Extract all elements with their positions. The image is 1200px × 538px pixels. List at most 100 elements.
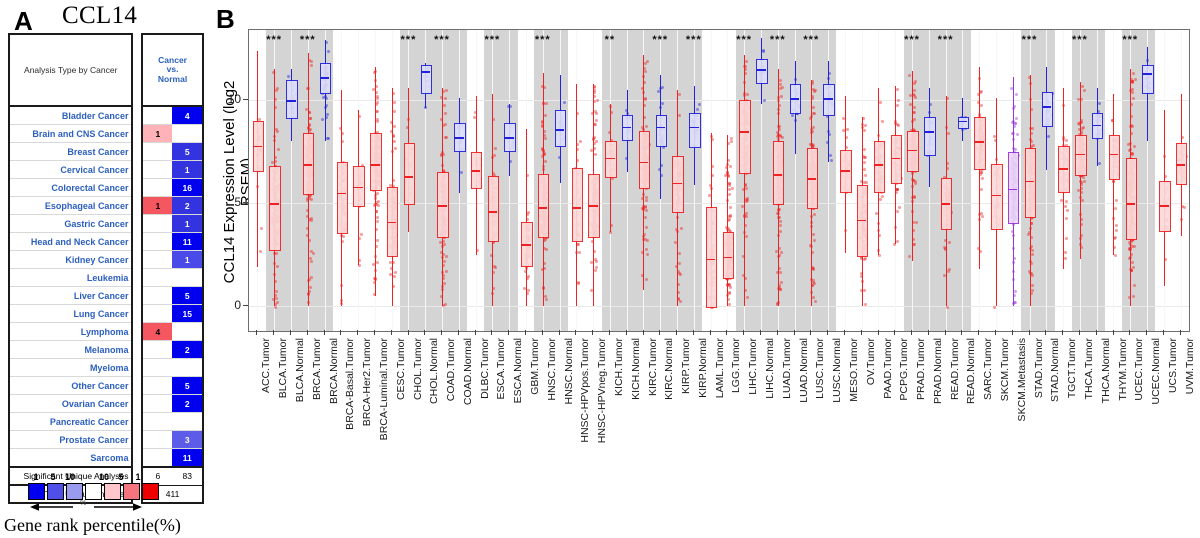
- boxplot-column[interactable]: [652, 30, 669, 331]
- x-tick-label: OV.Tumor: [864, 338, 877, 386]
- boxplot-column[interactable]: [1055, 30, 1072, 331]
- boxplot-column[interactable]: [367, 30, 384, 331]
- matrix-cell-overexpression[interactable]: [141, 448, 173, 467]
- matrix-cell-underexpression[interactable]: 5: [172, 376, 204, 395]
- matrix-cell-underexpression[interactable]: 3: [172, 430, 204, 449]
- boxplot-column[interactable]: [1038, 30, 1055, 331]
- boxplot-column[interactable]: [971, 30, 988, 331]
- matrix-cell-underexpression[interactable]: 11: [172, 232, 204, 251]
- boxplot-column[interactable]: [568, 30, 585, 331]
- boxplot-column[interactable]: [1122, 30, 1139, 331]
- boxplot-column[interactable]: [585, 30, 602, 331]
- boxplot-column[interactable]: [635, 30, 652, 331]
- boxplot-column[interactable]: [820, 30, 837, 331]
- matrix-cell-overexpression[interactable]: [141, 142, 173, 161]
- boxplot-column[interactable]: [786, 30, 803, 331]
- matrix-cell-underexpression[interactable]: 5: [172, 286, 204, 305]
- matrix-cell-overexpression[interactable]: 1: [141, 196, 173, 215]
- boxplot-column[interactable]: [1004, 30, 1021, 331]
- matrix-cell-overexpression[interactable]: [141, 430, 173, 449]
- boxplot-column[interactable]: [602, 30, 619, 331]
- boxplot-column[interactable]: [1155, 30, 1172, 331]
- matrix-cell-underexpression[interactable]: 1: [172, 214, 204, 233]
- matrix-cell-underexpression[interactable]: 2: [172, 340, 204, 359]
- boxplot-column[interactable]: [1172, 30, 1189, 331]
- boxplot-column[interactable]: [904, 30, 921, 331]
- boxplot-column[interactable]: [669, 30, 686, 331]
- boxplot-column[interactable]: [333, 30, 350, 331]
- boxplot-column[interactable]: [988, 30, 1005, 331]
- boxplot-column[interactable]: [753, 30, 770, 331]
- boxplot-column[interactable]: [434, 30, 451, 331]
- boxplot-column[interactable]: [417, 30, 434, 331]
- boxplot-column[interactable]: [1139, 30, 1156, 331]
- matrix-cell-underexpression[interactable]: [172, 322, 204, 341]
- boxplot-column[interactable]: [1021, 30, 1038, 331]
- boxplot-column[interactable]: [702, 30, 719, 331]
- boxplot-column[interactable]: [283, 30, 300, 331]
- boxplot-column[interactable]: [501, 30, 518, 331]
- boxplot-column[interactable]: [350, 30, 367, 331]
- boxplot-column[interactable]: [920, 30, 937, 331]
- matrix-cell-overexpression[interactable]: [141, 304, 173, 323]
- boxplot-column[interactable]: [719, 30, 736, 331]
- matrix-cell-underexpression[interactable]: [172, 124, 204, 143]
- matrix-cell-underexpression[interactable]: 15: [172, 304, 204, 323]
- boxplot-column[interactable]: [518, 30, 535, 331]
- boxplot-column[interactable]: [685, 30, 702, 331]
- boxplot-column[interactable]: [484, 30, 501, 331]
- x-tick-label: DLBC.Tumor: [478, 338, 491, 399]
- x-tick-mark: [776, 330, 778, 335]
- matrix-cell-overexpression[interactable]: [141, 286, 173, 305]
- boxplot-column[interactable]: [1088, 30, 1105, 331]
- matrix-cell-overexpression[interactable]: 4: [141, 322, 173, 341]
- matrix-cell-underexpression[interactable]: 2: [172, 394, 204, 413]
- boxplot-column[interactable]: [853, 30, 870, 331]
- matrix-cell-underexpression[interactable]: 4: [172, 105, 204, 125]
- boxplot-column[interactable]: [534, 30, 551, 331]
- boxplot-column[interactable]: [1072, 30, 1089, 331]
- matrix-cell-underexpression[interactable]: 1: [172, 250, 204, 269]
- matrix-cell-overexpression[interactable]: [141, 160, 173, 179]
- boxplot-column[interactable]: [400, 30, 417, 331]
- matrix-cell-overexpression[interactable]: [141, 358, 173, 377]
- boxplot-column[interactable]: [450, 30, 467, 331]
- matrix-cell-overexpression[interactable]: 1: [141, 124, 173, 143]
- matrix-cell-underexpression[interactable]: [172, 268, 204, 287]
- boxplot-column[interactable]: [299, 30, 316, 331]
- boxplot-column[interactable]: [937, 30, 954, 331]
- matrix-cell-underexpression[interactable]: 5: [172, 142, 204, 161]
- boxplot-column[interactable]: [316, 30, 333, 331]
- matrix-cell-overexpression[interactable]: [141, 376, 173, 395]
- matrix-cell-underexpression[interactable]: [172, 412, 204, 431]
- boxplot-column[interactable]: [837, 30, 854, 331]
- matrix-cell-underexpression[interactable]: 16: [172, 178, 204, 197]
- matrix-cell-underexpression[interactable]: [172, 358, 204, 377]
- boxplot-column[interactable]: [249, 30, 266, 331]
- boxplot-column[interactable]: [266, 30, 283, 331]
- matrix-cell-overexpression[interactable]: [141, 250, 173, 269]
- boxplot-column[interactable]: [551, 30, 568, 331]
- matrix-cell-underexpression[interactable]: 1: [172, 160, 204, 179]
- boxplot-column[interactable]: [467, 30, 484, 331]
- matrix-cell-overexpression[interactable]: [141, 340, 173, 359]
- matrix-cell-overexpression[interactable]: [141, 105, 173, 125]
- boxplot-column[interactable]: [1105, 30, 1122, 331]
- boxplot-column[interactable]: [803, 30, 820, 331]
- boxplot-column[interactable]: [769, 30, 786, 331]
- matrix-cell-overexpression[interactable]: [141, 214, 173, 233]
- boxplot-column[interactable]: [887, 30, 904, 331]
- matrix-cell-overexpression[interactable]: [141, 268, 173, 287]
- boxplot-column[interactable]: [618, 30, 635, 331]
- matrix-cell-overexpression[interactable]: [141, 394, 173, 413]
- boxplot-column[interactable]: [954, 30, 971, 331]
- matrix-cell-underexpression[interactable]: 2: [172, 196, 204, 215]
- boxplot-column[interactable]: [736, 30, 753, 331]
- matrix-cell-underexpression[interactable]: 11: [172, 448, 204, 467]
- x-tick-label: SKCM.Metastasis: [1015, 338, 1028, 422]
- matrix-cell-overexpression[interactable]: [141, 412, 173, 431]
- matrix-cell-overexpression[interactable]: [141, 178, 173, 197]
- boxplot-column[interactable]: [383, 30, 400, 331]
- boxplot-column[interactable]: [870, 30, 887, 331]
- matrix-cell-overexpression[interactable]: [141, 232, 173, 251]
